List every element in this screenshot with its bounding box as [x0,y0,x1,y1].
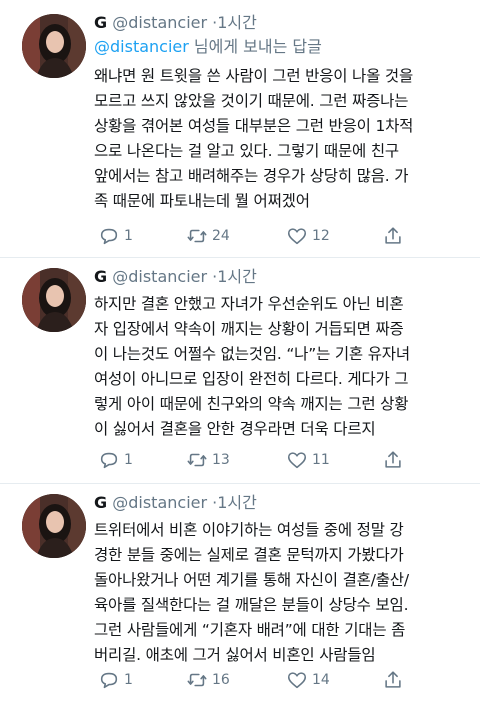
tweet-thread: G @distancier ·1시간 @distancier 님에게 보내는 답… [0,0,480,702]
tweet-actions: 1 16 14 [94,668,466,692]
share-icon [385,227,401,244]
reply-count: 1 [124,672,133,688]
tweet-text: 트위터에서 비혼 이야기하는 여성들 중에 정말 강 경한 분들 중에는 실제로… [94,521,409,664]
heart-icon [287,452,307,469]
avatar-photo-icon [22,494,86,558]
like-count: 11 [312,452,330,468]
retweet-button[interactable]: 13 [186,449,230,471]
display-name[interactable]: G [94,267,107,286]
retweet-button[interactable]: 16 [186,669,230,691]
retweet-count: 16 [212,672,230,688]
tweet-text: 하지만 결혼 안했고 자녀가 우선순위도 아닌 비혼 자 입장에서 약속이 깨지… [94,295,410,438]
reply-icon [100,228,118,245]
user-handle[interactable]: @distancier [112,267,207,286]
retweet-button[interactable]: 24 [186,225,230,247]
avatar[interactable] [22,14,86,78]
like-button[interactable]: 11 [286,449,330,471]
timestamp[interactable]: 1시간 [217,493,257,512]
reply-count: 1 [124,228,133,244]
display-name[interactable]: G [94,13,107,32]
retweet-icon [187,673,207,687]
like-button[interactable]: 14 [286,669,330,691]
avatar-photo-icon [22,268,86,332]
tweet-header: G @distancier ·1시간 [94,12,466,34]
reply-context-text: 님에게 보내는 답글 [188,37,322,56]
avatar-photo-icon [22,14,86,78]
share-button[interactable] [382,225,404,247]
share-button[interactable] [382,669,404,691]
like-count: 12 [312,228,330,244]
timestamp[interactable]: 1시간 [217,267,257,286]
like-count: 14 [312,672,330,688]
display-name[interactable]: G [94,493,107,512]
tweet-actions: 1 13 11 [94,448,466,472]
reply-button[interactable]: 1 [98,225,133,247]
tweet-header: G @distancier ·1시간 [94,266,466,288]
avatar[interactable] [22,494,86,558]
reply-mention-link[interactable]: @distancier [94,37,189,56]
heart-icon [287,672,307,689]
retweet-icon [187,229,207,243]
reply-icon [100,452,118,469]
tweet[interactable]: G @distancier ·1시간 @distancier 님에게 보내는 답… [0,0,480,258]
share-button[interactable] [382,449,404,471]
avatar[interactable] [22,268,86,332]
reply-button[interactable]: 1 [98,449,133,471]
user-handle[interactable]: @distancier [112,13,207,32]
timestamp[interactable]: 1시간 [217,13,257,32]
tweet-actions: 1 24 12 [94,224,466,248]
retweet-icon [187,453,207,467]
share-icon [385,451,401,468]
reply-count: 1 [124,452,133,468]
like-button[interactable]: 12 [286,225,330,247]
tweet[interactable]: G @distancier ·1시간 트위터에서 비혼 이야기하는 여성들 중에… [0,484,480,702]
retweet-count: 13 [212,452,230,468]
reply-button[interactable]: 1 [98,669,133,691]
tweet-text: 왜냐면 원 트윗을 쓴 사람이 그런 반응이 나올 것을 모르고 쓰지 않았을 … [94,67,414,210]
retweet-count: 24 [212,228,230,244]
heart-icon [287,228,307,245]
tweet[interactable]: G @distancier ·1시간 하지만 결혼 안했고 자녀가 우선순위도 … [0,258,480,484]
reply-context: @distancier 님에게 보내는 답글 [94,36,466,58]
share-icon [385,671,401,688]
tweet-header: G @distancier ·1시간 [94,492,466,514]
user-handle[interactable]: @distancier [112,493,207,512]
reply-icon [100,672,118,689]
